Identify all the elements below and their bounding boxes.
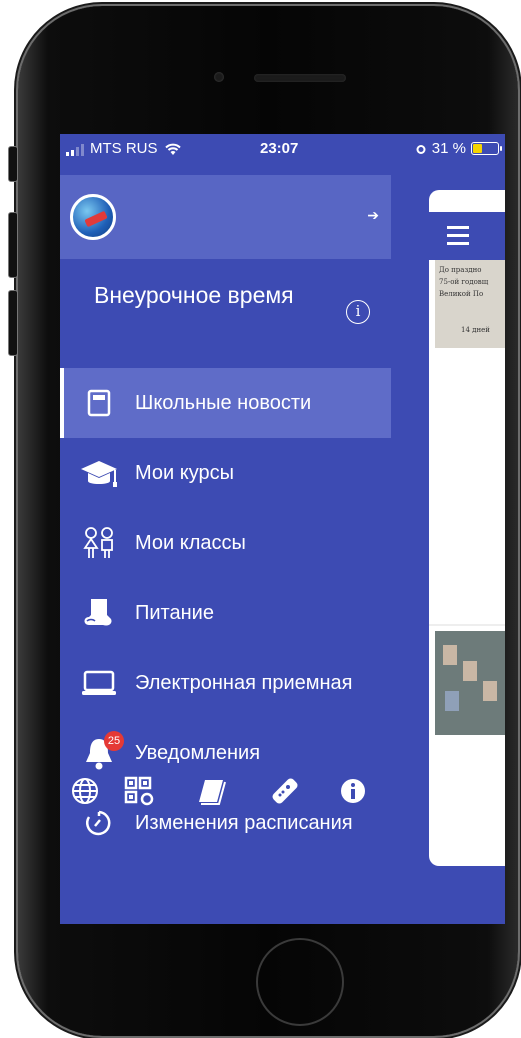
news-thumbnail[interactable]: До праздно 75-ой годовщ Великой По 14 дн… <box>435 260 505 348</box>
home-button[interactable] <box>256 938 344 1026</box>
children-icon <box>79 523 119 563</box>
notification-badge: 25 <box>104 731 124 751</box>
clock: 23:07 <box>260 140 299 157</box>
menu-item-label: Питание <box>135 601 214 624</box>
menu-item-label: Электронная приемная <box>135 671 353 694</box>
menu-item-label: Школьные новости <box>135 391 312 414</box>
menu-item-label: Уведомления <box>135 741 261 764</box>
battery-percent: 31 % <box>431 140 466 157</box>
hamburger-menu-icon[interactable] <box>447 226 469 250</box>
battery-icon <box>471 142 502 155</box>
chevron-right-icon[interactable]: ➔ <box>367 207 379 224</box>
school-name: Внеурочное время <box>94 282 294 308</box>
front-camera <box>214 72 224 82</box>
screen: MTS RUS 23:07 31 % ➔ Внеурочное время i … <box>60 134 505 924</box>
video-call-thumbnail[interactable] <box>435 631 505 735</box>
profile-header[interactable]: ➔ <box>60 175 391 259</box>
menu-item-my-courses[interactable]: Мои курсы <box>60 438 405 508</box>
news-line: Великой По <box>439 290 484 298</box>
remote-icon[interactable] <box>268 774 302 808</box>
status-bar: MTS RUS 23:07 31 % <box>60 134 505 164</box>
earpiece-speaker <box>254 74 346 82</box>
wifi-icon <box>164 143 181 155</box>
bell-icon: 25 <box>79 731 124 773</box>
graduation-cap-icon <box>79 453 119 493</box>
menu-item-label: Изменения расписания <box>135 811 353 834</box>
alarm-icon <box>416 144 426 154</box>
laptop-icon <box>79 663 119 703</box>
menu-item-e-reception[interactable]: Электронная приемная <box>60 648 405 718</box>
news-line: 75-ой годовщ <box>439 278 489 286</box>
info-icon[interactable] <box>336 774 370 808</box>
globe-icon[interactable] <box>68 774 102 808</box>
info-icon[interactable]: i <box>346 300 370 324</box>
menu-item-school-news[interactable]: Школьные новости <box>60 368 391 438</box>
menu-item-label: Мои классы <box>135 531 246 554</box>
menu-item-food[interactable]: Питание <box>60 578 405 648</box>
menu-item-my-classes[interactable]: Мои классы <box>60 508 405 578</box>
carrier-label: MTS RUS <box>90 140 158 157</box>
news-icon <box>79 383 119 423</box>
signal-icon <box>66 142 84 156</box>
volume-down-button <box>8 290 18 356</box>
battery-area: 31 % <box>415 140 502 157</box>
signal-area: MTS RUS <box>66 140 182 157</box>
book-icon[interactable] <box>196 774 230 808</box>
news-line: До праздно <box>439 266 482 274</box>
divider <box>429 624 505 626</box>
main-content-preview[interactable]: До праздно 75-ой годовщ Великой По 14 дн… <box>429 190 505 866</box>
school-logo <box>70 194 116 240</box>
food-icon <box>79 593 119 633</box>
news-days: 14 дней <box>461 326 490 334</box>
mute-switch <box>8 146 18 182</box>
qr-scan-icon[interactable] <box>122 774 156 808</box>
volume-up-button <box>8 212 18 278</box>
menu-item-label: Мои курсы <box>135 461 234 484</box>
